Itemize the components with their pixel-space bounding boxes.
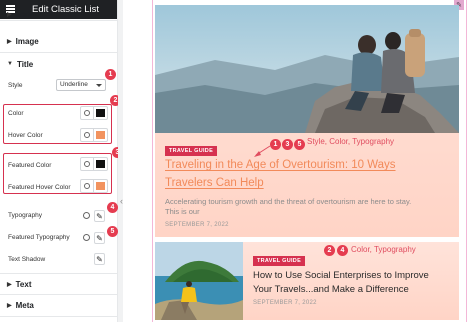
post2-badge-4: 4: [337, 245, 348, 256]
post1-badge-1: 1: [270, 139, 281, 150]
post2-thumbnail-image[interactable]: [155, 242, 243, 320]
post1-badge-3: 3: [282, 139, 293, 150]
post1-annotation-text: Style, Color, Typography: [307, 137, 395, 146]
post1-badge-5: 5: [294, 139, 305, 150]
post2-date: SEPTEMBER 7, 2022: [253, 300, 317, 306]
post2-title-line2[interactable]: Your Travels...and Make a Difference: [253, 283, 409, 296]
post2-title-line1[interactable]: How to Use Social Enterprises to Improve: [253, 269, 429, 282]
post2-category-tag[interactable]: TRAVEL GUIDE: [253, 256, 306, 266]
post2-annotation-text: Color, Typography: [351, 245, 416, 254]
post2-badge-2: 2: [324, 245, 335, 256]
